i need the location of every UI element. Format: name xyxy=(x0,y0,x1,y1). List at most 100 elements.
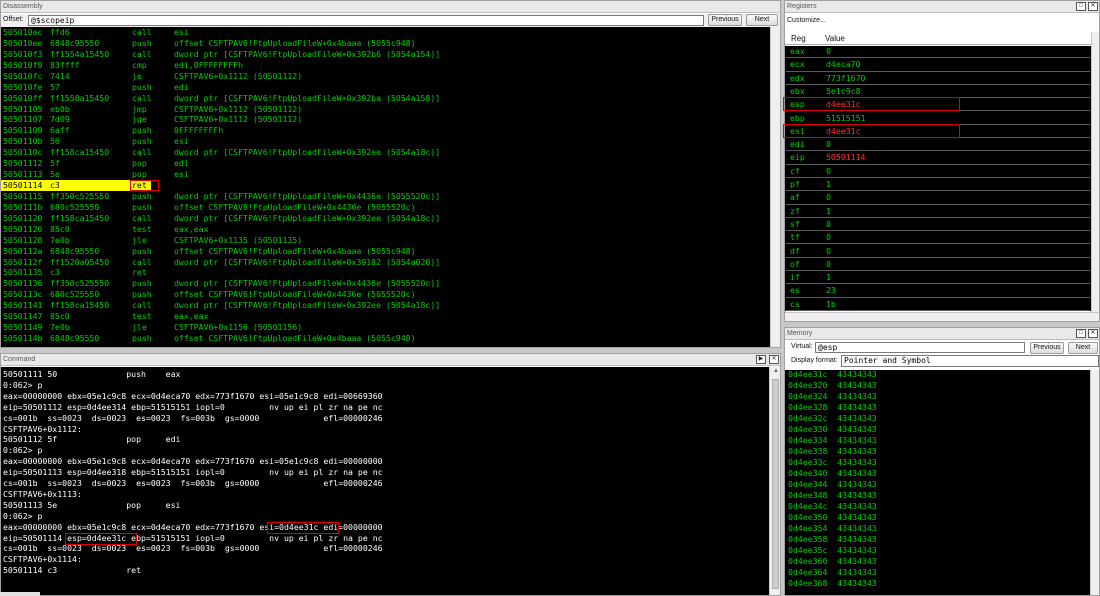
disassembly-ops: edi,0FFFFFFFFh xyxy=(174,59,244,70)
register-value[interactable]: 51515151 xyxy=(826,112,865,125)
register-row-sf[interactable]: sf 0 xyxy=(786,218,1090,232)
disassembly-row[interactable]: 50501107 7d09 jge CSFTPAV6+0x1112 (50501112… xyxy=(1,114,770,125)
register-value[interactable]: 1 xyxy=(826,178,831,191)
disassembly-window: Disassembly Offset: @$scopeip Previous N… xyxy=(0,0,781,348)
register-row-ebp[interactable]: ebp 51515151 xyxy=(786,112,1090,125)
register-row-edi[interactable]: edi 0 xyxy=(786,138,1090,152)
disassembly-row[interactable]: 50501120 ff158ca15450 call dword ptr [CSFTP… xyxy=(1,213,770,224)
register-value[interactable]: 1b xyxy=(826,298,836,311)
register-row-tf[interactable]: tf 0 xyxy=(786,231,1090,245)
disassembly-row[interactable]: 50501141 ff158ca15450 call dword ptr [CSFTP… xyxy=(1,300,770,311)
register-value[interactable]: 0 xyxy=(826,165,831,178)
memory-line: 0d4ee358 43434343 xyxy=(788,534,877,544)
command-line: CSFTPAV6+0x1112: xyxy=(3,423,82,434)
register-row-of[interactable]: of 0 xyxy=(786,258,1090,272)
registers-header: Reg Value xyxy=(785,32,1091,45)
disassembly-row[interactable]: 5050112a 6848c95550 push offset CSFTPAV6!Ft… xyxy=(1,246,770,257)
register-value[interactable]: 0 xyxy=(826,191,831,204)
register-row-df[interactable]: df 0 xyxy=(786,245,1090,258)
disassembly-row[interactable]: 505010ee 6848c95550 push offset CSFTPAV6!Ft… xyxy=(1,38,770,49)
register-name: cf xyxy=(790,165,800,176)
disassembly-scrollbar[interactable] xyxy=(770,27,780,347)
register-row-cs[interactable]: cs 1b xyxy=(786,298,1090,311)
disassembly-row[interactable]: 50501135 c3 ret xyxy=(1,267,770,278)
register-row-ebx[interactable]: ebx 5e1c9c8 xyxy=(786,85,1090,99)
disassembly-ops: CSFTPAV6+0x1156 (50501156) xyxy=(174,322,303,333)
register-row-eip[interactable]: eip 50501114 xyxy=(786,151,1090,165)
register-value[interactable]: 1 xyxy=(826,271,831,284)
cmd-window-icon[interactable]: ▶ xyxy=(756,355,766,364)
next-button[interactable]: Next xyxy=(746,14,778,26)
register-value[interactable]: 1 xyxy=(826,205,831,218)
register-value[interactable]: 0 xyxy=(826,245,831,258)
register-value[interactable]: 23 xyxy=(826,284,836,297)
register-value[interactable]: 5e1c9c8 xyxy=(826,85,861,98)
register-row-zf[interactable]: zf 1 xyxy=(786,205,1090,218)
restore-icon[interactable]: □ xyxy=(1076,329,1086,338)
disassembly-row[interactable]: 505010f9 83ffff cmp edi,0FFFFFFFFh xyxy=(1,60,770,71)
scroll-up-icon[interactable]: ▲ xyxy=(771,368,780,374)
register-row-eax[interactable]: eax 0 xyxy=(786,45,1090,59)
disassembly-row[interactable]: 50501126 85c0 test eax,eax xyxy=(1,224,770,235)
disassembly-row[interactable]: 5050113c 680c525550 push offset CSFTPAV6!Ft… xyxy=(1,289,770,300)
disassembly-row[interactable]: 50501114 c3 ret xyxy=(1,180,151,191)
register-row-pf[interactable]: pf 1 xyxy=(786,178,1090,192)
command-scrollbar[interactable]: ▲ xyxy=(769,367,780,595)
disassembly-row[interactable]: 505010ff ff1558a15450 call dword ptr [CSFTP… xyxy=(1,93,770,104)
disassembly-row[interactable]: 50501136 ff350c525550 push dword ptr [CSFTP… xyxy=(1,278,770,289)
register-row-ecx[interactable]: ecx d4eca70 xyxy=(786,58,1090,72)
restore-icon[interactable]: □ xyxy=(1076,2,1086,11)
disassembly-row[interactable]: 505010fe 57 push edi xyxy=(1,82,770,93)
previous-button[interactable]: Previous xyxy=(708,14,742,26)
register-value[interactable]: 773f1670 xyxy=(826,72,865,85)
disassembly-row[interactable]: 50501113 5e pop esi xyxy=(1,169,770,180)
disassembly-row[interactable]: 5050114b 6848c95550 push offset CSFTPAV6!Ft… xyxy=(1,333,770,344)
close-icon[interactable]: ✕ xyxy=(769,355,779,364)
register-row-edx[interactable]: edx 773f1670 xyxy=(786,72,1090,85)
disassembly-ops: offset CSFTPAV6!FtpUploadFileW+0x4436e (… xyxy=(174,201,416,212)
close-icon[interactable]: ✕ xyxy=(1088,329,1098,338)
virtual-address-input[interactable]: @esp xyxy=(815,342,1025,353)
register-value[interactable]: 0 xyxy=(826,231,831,244)
disassembly-row[interactable]: 505010f3 ff1554a15450 call dword ptr [CSFTP… xyxy=(1,49,770,60)
customize-link[interactable]: Customize... xyxy=(787,17,826,24)
register-value[interactable]: d4eca70 xyxy=(826,58,861,71)
register-row-cf[interactable]: cf 0 xyxy=(786,165,1090,178)
disassembly-row[interactable]: 50501149 7e0b jle CSFTPAV6+0x1156 (50501156… xyxy=(1,322,770,333)
disassembly-row[interactable]: 5050110b 56 push esi xyxy=(1,136,770,147)
disassembly-row[interactable]: 5050112f ff1520a05450 call dword ptr [CSFTP… xyxy=(1,257,770,268)
register-value[interactable]: 50501114 xyxy=(826,151,865,164)
register-value[interactable]: 0 xyxy=(826,45,831,58)
register-value[interactable]: 0 xyxy=(826,218,831,231)
register-value[interactable]: 0 xyxy=(826,138,831,151)
registers-scrollbar[interactable] xyxy=(1091,32,1099,312)
register-row-if[interactable]: if 1 xyxy=(786,271,1090,285)
register-name: tf xyxy=(790,232,800,243)
disassembly-row[interactable]: 50501105 eb0b jmp CSFTPAV6+0x1112 (50501112… xyxy=(1,104,770,115)
memory-next-button[interactable]: Next xyxy=(1068,342,1098,354)
memory-scrollbar[interactable] xyxy=(1090,370,1099,595)
register-name: es xyxy=(790,285,800,296)
disassembly-row[interactable]: 50501112 5f pop edi xyxy=(1,158,770,169)
register-row-af[interactable]: af 0 xyxy=(786,191,1090,205)
col-value-header: Value xyxy=(825,34,845,43)
memory-previous-button[interactable]: Previous xyxy=(1030,342,1064,354)
command-titlebar: Command ▶ ✕ xyxy=(1,354,780,366)
disassembly-row[interactable]: 50501115 ff350c525550 push dword ptr [CSFTP… xyxy=(1,191,770,202)
register-row-es[interactable]: es 23 xyxy=(786,284,1090,298)
disassembly-row[interactable]: 50501109 6aff push 0FFFFFFFFh xyxy=(1,125,770,136)
display-format-select[interactable]: Pointer and Symbol xyxy=(841,355,1099,367)
disassembly-row[interactable]: 5050110c ff158ca15450 call dword ptr [CSFTP… xyxy=(1,147,770,158)
register-value[interactable]: 0 xyxy=(826,258,831,271)
scroll-thumb[interactable] xyxy=(772,379,779,589)
registers-hscrollbar[interactable] xyxy=(785,312,1099,321)
disassembly-row[interactable]: 50501128 7e0b jle CSFTPAV6+0x1135 (50501135… xyxy=(1,235,770,246)
close-icon[interactable]: ✕ xyxy=(1088,2,1098,11)
offset-input[interactable]: @$scopeip xyxy=(28,15,704,26)
disassembly-row[interactable]: 505010ec ffd6 call esi xyxy=(1,27,770,38)
disassembly-mn: push xyxy=(132,81,152,92)
disassembly-row[interactable]: 5050111b 680c525550 push offset CSFTPAV6!Ft… xyxy=(1,202,770,213)
esp-highlight-box xyxy=(65,532,137,545)
disassembly-row[interactable]: 50501147 85c0 test eax,eax xyxy=(1,311,770,322)
disassembly-row[interactable]: 505010fc 7414 je CSFTPAV6+0x1112 (50501112) xyxy=(1,71,770,82)
